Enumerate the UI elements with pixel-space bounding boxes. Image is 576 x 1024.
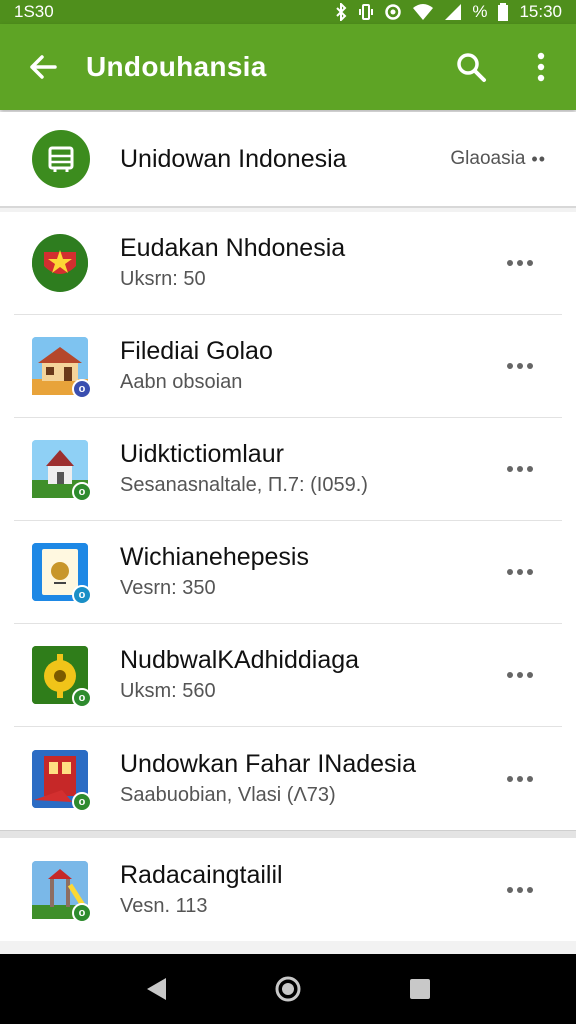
- circle-home-icon: [275, 976, 301, 1002]
- status-bar: 1S30 % 15:30: [0, 0, 576, 24]
- item-more-button[interactable]: [492, 544, 548, 600]
- nav-recents-button[interactable]: [390, 959, 450, 1019]
- item-subtitle: Vesn. 113: [120, 894, 208, 917]
- app-bar-title: Undouhansia: [86, 51, 267, 82]
- header-card[interactable]: Unidowan Indonesia Glaoasia ••: [0, 112, 576, 208]
- header-right-label: Glaoasia: [450, 148, 526, 169]
- item-subtitle: Vesrn: 350: [120, 577, 216, 599]
- header-right-action[interactable]: Glaoasia ••: [450, 148, 546, 170]
- search-button[interactable]: [436, 24, 506, 110]
- item-subtitle: Uksrn: 50: [120, 268, 206, 290]
- sync-icon: [384, 3, 402, 21]
- item-badge: o: [72, 902, 92, 923]
- item-badge: o: [72, 379, 92, 399]
- playground-icon: o: [32, 860, 92, 923]
- item-more-button[interactable]: [492, 235, 548, 291]
- app-list: Eudakan Nhdonesia Uksrn: 50 o Filediai G…: [0, 212, 576, 941]
- nav-back-button[interactable]: [126, 959, 186, 1019]
- bluetooth-icon: [334, 3, 348, 21]
- item-title: NudbwalKAdhiddiaga: [120, 646, 360, 674]
- item-badge: o: [72, 585, 92, 605]
- list-item[interactable]: o Undowkan Fahar INadesia Saabuobian, Vl…: [14, 727, 562, 830]
- list-item[interactable]: o Radacaingtailil Vesn. 113: [14, 838, 562, 941]
- wifi-icon: [412, 3, 434, 21]
- flag-emblem-icon: [32, 234, 88, 292]
- item-badge: o: [72, 688, 92, 708]
- item-title: Filediai Golao: [120, 337, 273, 365]
- item-subtitle: Sesanasnaltale, Π.7: (I059.): [120, 474, 368, 496]
- item-subtitle: Aabn obsoian: [120, 371, 243, 393]
- more-horiz-icon: [507, 569, 533, 575]
- gear-fruit-icon: o: [32, 646, 92, 708]
- back-button[interactable]: [0, 24, 86, 110]
- item-title: Undowkan Fahar INadesia: [120, 749, 416, 778]
- cottage-icon: o: [32, 440, 92, 502]
- more-horiz-icon: [507, 260, 533, 266]
- item-subtitle: Uksm: 560: [120, 680, 216, 702]
- overflow-menu-button[interactable]: [506, 24, 576, 110]
- more-horiz-icon: ••: [531, 148, 546, 169]
- list-item[interactable]: o Uidktictiomlaur Sesanasnaltale, Π.7: (…: [14, 418, 562, 521]
- list-item[interactable]: o Filediai Golao Aabn obsoian: [14, 315, 562, 418]
- item-more-button[interactable]: [492, 647, 548, 703]
- header-title: Unidowan Indonesia: [120, 144, 347, 173]
- status-time-left: 1S30: [14, 2, 54, 21]
- more-horiz-icon: [507, 775, 533, 782]
- status-time-right: 15:30: [519, 2, 562, 21]
- item-more-button[interactable]: [492, 751, 548, 807]
- building-icon: o: [32, 749, 92, 812]
- arrow-back-icon: [30, 55, 57, 79]
- list-item[interactable]: o Wichianehepesis Vesrn: 350: [14, 521, 562, 624]
- battery-icon: [497, 3, 509, 21]
- item-title: Radacaingtailil: [120, 860, 283, 889]
- list-card-main: Eudakan Nhdonesia Uksrn: 50 o Filediai G…: [0, 212, 576, 830]
- search-icon: [457, 53, 486, 82]
- triangle-back-icon: [147, 978, 166, 1000]
- item-more-button[interactable]: [492, 862, 548, 918]
- card-icon: o: [32, 543, 92, 605]
- square-recents-icon: [410, 979, 430, 999]
- list-item[interactable]: Eudakan Nhdonesia Uksrn: 50: [14, 212, 562, 315]
- item-more-button[interactable]: [492, 338, 548, 394]
- app-bar: Undouhansia: [0, 24, 576, 110]
- more-horiz-icon: [507, 466, 533, 472]
- more-horiz-icon: [507, 363, 533, 369]
- signal-icon: [444, 3, 462, 21]
- nav-home-button[interactable]: [258, 959, 318, 1019]
- house-icon: o: [32, 337, 92, 399]
- section-divider: [0, 830, 576, 838]
- more-vert-icon: [537, 52, 545, 82]
- list-item[interactable]: o NudbwalKAdhiddiaga Uksm: 560: [14, 624, 562, 727]
- item-more-button[interactable]: [492, 441, 548, 497]
- navigation-bar: [0, 954, 576, 1024]
- item-subtitle: Saabuobian, Vlasi (Λ73): [120, 783, 336, 806]
- battery-percent: %: [472, 2, 488, 21]
- list-card-secondary: o Radacaingtailil Vesn. 113: [0, 838, 576, 941]
- item-title: Eudakan Nhdonesia: [120, 234, 346, 262]
- more-horiz-icon: [507, 672, 533, 678]
- vibrate-icon: [358, 3, 374, 21]
- item-badge: o: [72, 791, 92, 812]
- item-title: Uidktictiomlaur: [120, 440, 284, 468]
- storage-icon: [32, 130, 90, 188]
- item-badge: o: [72, 482, 92, 502]
- more-horiz-icon: [507, 886, 533, 893]
- item-title: Wichianehepesis: [120, 543, 309, 571]
